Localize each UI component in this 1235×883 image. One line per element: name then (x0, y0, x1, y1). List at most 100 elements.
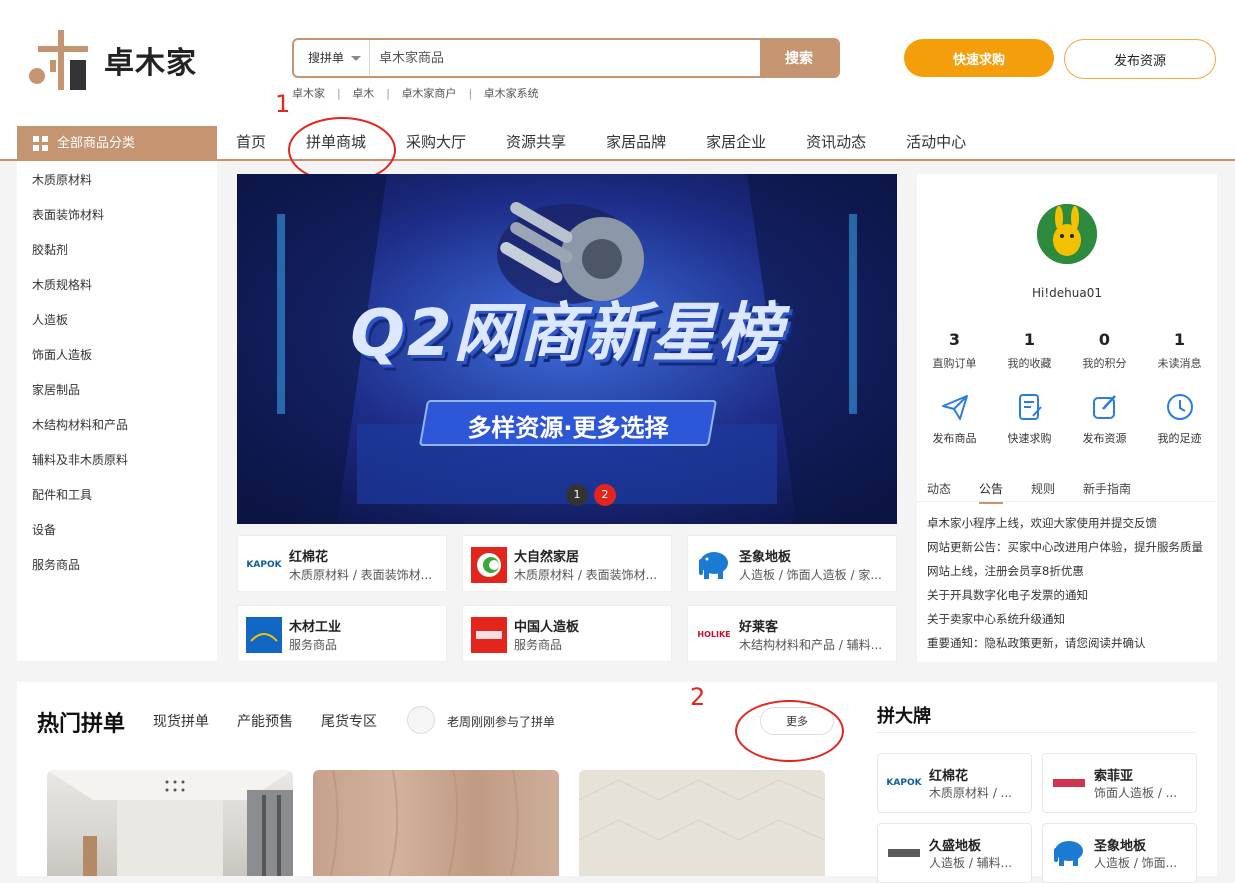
hot-word[interactable]: 卓木家商户 (401, 87, 456, 100)
category-item[interactable]: 饰面人造板 (32, 346, 92, 363)
nav-home-enterprises[interactable]: 家居企业 (690, 124, 782, 159)
sofia-logo-icon (1053, 779, 1085, 787)
quick-purchase-button[interactable]: 快速求购 (904, 39, 1054, 77)
stat-number: 0 (1098, 330, 1111, 349)
nav-home[interactable]: 首页 (220, 124, 282, 159)
category-item[interactable]: 胶黏剂 (32, 241, 68, 258)
brand-card[interactable]: 中国人造板 服务商品 (462, 605, 672, 662)
tab-clearance[interactable]: 尾货专区 (321, 711, 377, 731)
category-item[interactable]: 木结构材料和产品 (32, 416, 128, 433)
nav-resource-share[interactable]: 资源共享 (490, 124, 582, 159)
search-input[interactable] (370, 40, 762, 76)
brand-name: 久盛地板 (929, 839, 982, 854)
publish-goods-action[interactable]: 发布商品 (917, 392, 992, 446)
brand-name: 圣象地板 (1094, 839, 1147, 854)
pin-brand-title: 拼大牌 (877, 706, 931, 727)
notice-item[interactable]: 网站上线，注册会员享8折优惠 (927, 563, 1084, 579)
category-item[interactable]: 木质规格料 (32, 276, 92, 293)
tab-rules[interactable]: 规则 (1031, 480, 1055, 497)
nav-purchase-hall[interactable]: 采购大厅 (390, 124, 482, 159)
tab-activity[interactable]: 动态 (927, 480, 951, 497)
brand-card[interactable]: KAPOK 红棉花 木质原材料 / 表面装饰材... (237, 535, 447, 592)
brand-categories: 木质原材料 / 表面装饰材... (514, 568, 658, 582)
search-type-select[interactable]: 搜拼单 (294, 40, 370, 76)
category-item[interactable]: 表面装饰材料 (32, 206, 104, 223)
search-bar: 搜拼单 搜索 (292, 38, 840, 78)
hot-word[interactable]: 卓木家 (292, 87, 325, 100)
pin-brand-card[interactable]: KAPOK 红棉花 木质原材料 / ... (877, 753, 1032, 813)
publish-resource-button[interactable]: 发布资源 (1064, 39, 1216, 79)
stat-direct-orders[interactable]: 3 直购订单 (917, 330, 992, 371)
pin-brand-card[interactable]: 久盛地板 人造板 / 辅料... (877, 823, 1032, 883)
product-card[interactable] (47, 770, 293, 876)
banner-headline: Q2网商新星榜 (350, 297, 784, 371)
stat-label: 未读消息 (1157, 357, 1202, 370)
grid-icon (33, 136, 48, 151)
tab-capacity-presale[interactable]: 产能预售 (237, 711, 293, 731)
promo-banner[interactable]: Q2网商新星榜 多样资源·更多选择 (237, 174, 897, 524)
carousel-dot-2[interactable]: 2 (594, 484, 616, 506)
holike-logo-icon: HOLIKE (697, 630, 731, 639)
site-logo[interactable]: 卓木家 (28, 30, 208, 90)
stat-number: 3 (948, 330, 961, 349)
avatar[interactable] (1037, 204, 1097, 264)
my-footprints-action[interactable]: 我的足迹 (1142, 392, 1217, 446)
quick-purchase-action[interactable]: 快速求购 (992, 392, 1067, 446)
notice-item[interactable]: 关于开具数字化电子发票的通知 (927, 587, 1088, 603)
stat-label: 我的积分 (1082, 357, 1127, 370)
brand-categories: 木结构材料和产品 / 辅料... (739, 638, 883, 652)
hot-word[interactable]: 卓木家系统 (484, 87, 539, 100)
product-image-interior (47, 770, 293, 876)
notice-item[interactable]: 网站更新公告：买家中心改进用户体验，提升服务质量 (927, 539, 1203, 555)
brand-categories: 人造板 / 辅料... (929, 856, 1013, 870)
action-label: 发布商品 (932, 432, 977, 445)
hot-words: 卓木家 | 卓木 | 卓木家商户 | 卓木家系统 (292, 85, 543, 101)
logo-text: 卓木家 (104, 46, 197, 81)
recent-join-text: 老周刚刚参与了拼单 (447, 715, 556, 729)
separator: | (337, 87, 341, 100)
brand-card[interactable]: HOLIKE 好莱客 木结构材料和产品 / 辅料... (687, 605, 897, 662)
brand-card[interactable]: 大自然家居 木质原材料 / 表面装饰材... (462, 535, 672, 592)
hot-word[interactable]: 卓木 (352, 87, 374, 100)
annotation-circle-2 (735, 700, 844, 762)
brand-card[interactable]: 圣象地板 人造板 / 饰面人造板 / 家... (687, 535, 897, 592)
nav-home-brands[interactable]: 家居品牌 (590, 124, 682, 159)
carousel-dot-1[interactable]: 1 (566, 484, 588, 506)
stat-favorites[interactable]: 1 我的收藏 (992, 330, 1067, 371)
tab-beginner-guide[interactable]: 新手指南 (1083, 480, 1131, 497)
jiusheng-logo-icon (888, 849, 920, 857)
category-item[interactable]: 家居制品 (32, 381, 80, 398)
stat-unread-messages[interactable]: 1 未读消息 (1142, 330, 1217, 371)
paper-plane-icon (941, 395, 968, 420)
nav-news[interactable]: 资讯动态 (790, 124, 882, 159)
kapok-logo-icon: KAPOK (886, 778, 922, 788)
nav-activities[interactable]: 活动中心 (890, 124, 982, 159)
tab-spot-group[interactable]: 现货拼单 (153, 711, 209, 731)
category-item[interactable]: 设备 (32, 521, 56, 538)
brand-name: 木材工业 (289, 620, 342, 635)
publish-resource-action[interactable]: 发布资源 (1067, 392, 1142, 446)
notice-item[interactable]: 重要通知：隐私政策更新，请您阅读并确认 (927, 635, 1146, 651)
notice-item[interactable]: 关于卖家中心系统升级通知 (927, 611, 1065, 627)
category-item[interactable]: 辅料及非木质原料 (32, 451, 128, 468)
all-categories-button[interactable]: 全部商品分类 (17, 126, 217, 161)
category-item[interactable]: 配件和工具 (32, 486, 92, 503)
brand-card[interactable]: 木材工业 服务商品 (237, 605, 447, 662)
notice-item[interactable]: 卓木家小程序上线，欢迎大家使用并提交反馈 (927, 515, 1157, 531)
annotation-number-2: 2 (690, 683, 706, 711)
category-item[interactable]: 服务商品 (32, 556, 80, 573)
stat-label: 我的收藏 (1007, 357, 1052, 370)
brand-name: 红棉花 (929, 769, 969, 784)
stat-points[interactable]: 0 我的积分 (1067, 330, 1142, 371)
section-title: 热门拼单 (37, 712, 126, 737)
product-card[interactable] (313, 770, 559, 876)
search-button[interactable]: 搜索 (760, 40, 838, 76)
tab-announcements[interactable]: 公告 (979, 480, 1004, 504)
pin-brand-card[interactable]: 索菲亚 饰面人造板 / ... (1042, 753, 1197, 813)
pin-brand-card[interactable]: 圣象地板 人造板 / 饰面... (1042, 823, 1197, 883)
category-item[interactable]: 木质原材料 (32, 171, 92, 188)
product-card[interactable] (579, 770, 825, 876)
elephant-logo-icon (1054, 841, 1083, 866)
edit-square-icon (1092, 395, 1116, 419)
category-item[interactable]: 人造板 (32, 311, 68, 328)
